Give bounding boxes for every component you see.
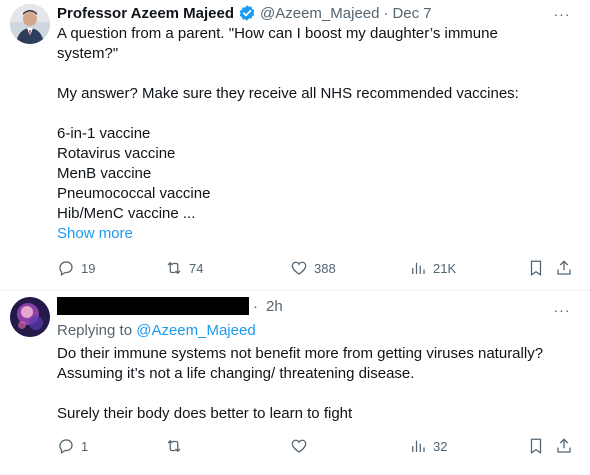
tweet-text-line: Hib/MenC vaccine ... — [57, 205, 196, 222]
tweet-text-line: A question from a parent. "How can I boo… — [57, 25, 498, 42]
views-button[interactable]: 21K — [409, 258, 456, 278]
action-bar: 1 32 — [57, 436, 577, 456]
like-icon — [291, 439, 307, 453]
replying-to-handle[interactable]: @Azeem_Majeed — [136, 322, 255, 339]
tweet-text-line: MenB vaccine — [57, 165, 152, 182]
tweet-text-line: Assuming it’s not a life changing/ threa… — [57, 365, 415, 382]
more-icon[interactable]: ··· — [552, 6, 572, 22]
separator-dot: · — [383, 4, 389, 22]
views-button[interactable]: 32 — [409, 436, 447, 456]
author-name[interactable]: Professor Azeem Majeed — [57, 5, 234, 22]
tweet-text-line: My answer? Make sure they receive all NH… — [57, 85, 519, 102]
author-handle[interactable]: @Azeem_Majeed — [260, 5, 379, 22]
bookmark-icon — [530, 438, 542, 454]
like-button[interactable] — [290, 436, 308, 456]
tweet-text: A question from a parent. "How can I boo… — [57, 24, 577, 244]
like-count: 388 — [314, 260, 336, 276]
tweet-text-line: 6-in-1 vaccine — [57, 125, 151, 142]
views-icon — [412, 262, 425, 274]
separator-dot: · — [253, 297, 258, 315]
tweet-text-line: system?" — [57, 45, 119, 62]
like-button[interactable]: 388 — [290, 258, 336, 278]
reply-icon — [59, 439, 73, 454]
replying-to-label: Replying to — [57, 322, 133, 339]
reply-tweet[interactable]: · 2h ··· Replying to @Azeem_Majeed Do th… — [0, 291, 590, 475]
tweet[interactable]: Professor Azeem Majeed @Azeem_Majeed · D… — [0, 0, 590, 290]
views-count: 32 — [433, 438, 448, 454]
avatar[interactable] — [10, 297, 50, 337]
redacted-author-name — [57, 297, 249, 315]
share-icon — [557, 438, 571, 453]
tweet-text: Do their immune systems not benefit more… — [57, 344, 577, 424]
action-bar: 19 74 388 21K — [57, 258, 577, 278]
bookmark-button[interactable] — [527, 436, 545, 456]
like-icon — [291, 261, 307, 275]
show-more-link[interactable]: Show more — [57, 224, 577, 244]
tweet-header: Professor Azeem Majeed @Azeem_Majeed · D… — [57, 3, 432, 23]
tweet-text-line: Pneumococcal vaccine — [57, 185, 211, 202]
reply-count: 19 — [81, 260, 96, 276]
avatar[interactable] — [10, 4, 50, 44]
retweet-count: 74 — [189, 260, 204, 276]
share-icon — [557, 260, 571, 275]
tweet-header: · 2h — [57, 296, 283, 316]
views-icon — [412, 440, 425, 452]
timestamp[interactable]: 2h — [266, 298, 283, 315]
tweet-text-line: Do their immune systems not benefit more… — [57, 345, 544, 362]
bookmark-button[interactable] — [527, 258, 545, 278]
tweet-text-line: Surely their body does better to learn t… — [57, 405, 353, 422]
reply-icon — [59, 261, 73, 276]
retweet-icon — [167, 439, 181, 453]
more-icon[interactable]: ··· — [552, 302, 572, 318]
reply-button[interactable]: 1 — [57, 436, 88, 456]
share-button[interactable] — [555, 436, 573, 456]
timestamp[interactable]: Dec 7 — [392, 5, 431, 22]
replying-to: Replying to @Azeem_Majeed — [57, 322, 256, 339]
retweet-button[interactable] — [165, 436, 183, 456]
share-button[interactable] — [555, 258, 573, 278]
reply-button[interactable]: 19 — [57, 258, 95, 278]
tweet-text-line: Rotavirus vaccine — [57, 145, 176, 162]
verified-badge-icon — [238, 4, 256, 22]
reply-count: 1 — [81, 438, 89, 454]
retweet-icon — [167, 261, 181, 275]
views-count: 21K — [433, 260, 457, 276]
retweet-button[interactable]: 74 — [165, 258, 203, 278]
bookmark-icon — [530, 260, 542, 276]
